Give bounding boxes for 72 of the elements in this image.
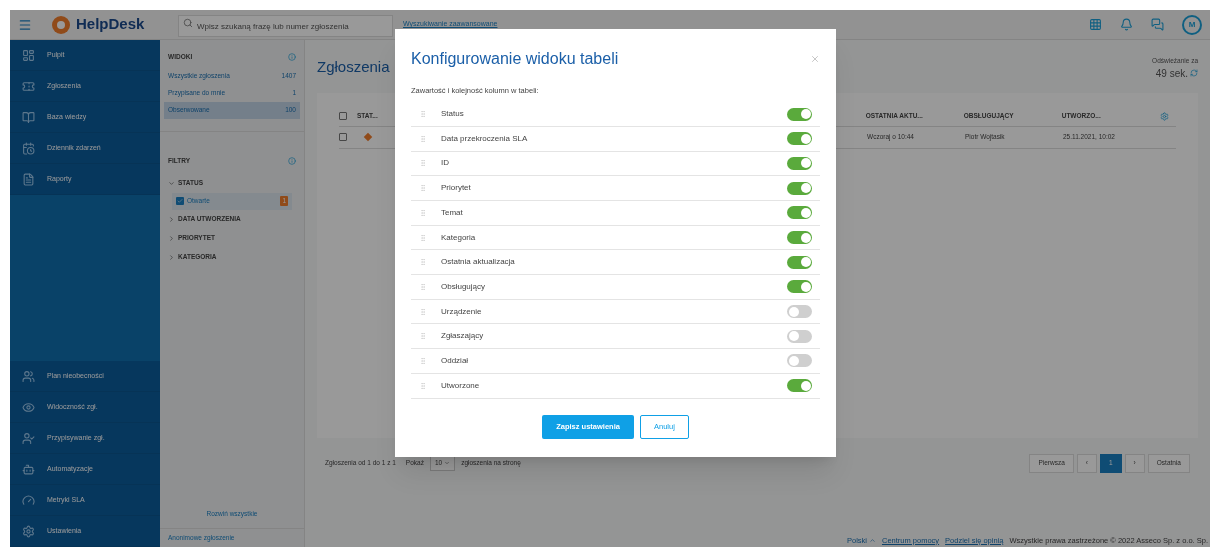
sidebar-item-icon xyxy=(22,110,35,124)
info-icon xyxy=(288,156,296,165)
caret-icon xyxy=(868,536,876,544)
column-name: Temat xyxy=(441,206,463,219)
toggle-switch[interactable] xyxy=(787,305,812,319)
toggle-switch[interactable] xyxy=(787,280,812,294)
bell-icon[interactable] xyxy=(1120,18,1133,31)
column-name: Kategoria xyxy=(441,231,476,244)
priority-icon xyxy=(363,133,373,142)
chevron-icon xyxy=(168,215,175,223)
refresh-countdown: 49 sek. xyxy=(1155,66,1188,81)
toggle-switch[interactable] xyxy=(787,181,812,195)
toggle-switch[interactable] xyxy=(787,206,812,220)
logo-icon xyxy=(52,15,70,34)
info-icon xyxy=(288,52,296,61)
search-field[interactable]: Wpisz szukaną frazę lub numer zgłoszenia xyxy=(178,15,393,38)
column-name: Utworzone xyxy=(441,379,480,392)
drag-handle-icon[interactable] xyxy=(419,134,427,143)
column-name: Urządzenie xyxy=(441,305,482,318)
toggle-switch[interactable] xyxy=(787,132,812,146)
chevron-icon xyxy=(168,234,175,242)
toggle-switch[interactable] xyxy=(787,231,812,245)
column-name: Obsługujący xyxy=(441,280,486,293)
sidebar-item-icon xyxy=(22,141,35,155)
drag-handle-icon[interactable] xyxy=(419,159,427,168)
chevron-icon xyxy=(168,253,175,261)
sidebar-item-icon xyxy=(22,369,35,383)
row-checkbox[interactable] xyxy=(339,133,347,142)
drag-handle-icon[interactable] xyxy=(419,307,427,316)
sidebar-item-icon xyxy=(22,431,35,445)
column-name: Priorytet xyxy=(441,182,471,195)
drag-handle-icon[interactable] xyxy=(419,233,427,242)
sidebar-item-icon xyxy=(22,400,35,414)
toggle-switch[interactable] xyxy=(787,156,812,170)
toggle-switch[interactable] xyxy=(787,379,812,393)
refresh-icon[interactable] xyxy=(1190,69,1198,78)
sidebar-item-icon xyxy=(22,462,35,476)
sidebar-item-icon xyxy=(22,524,35,538)
sidebar-item-icon xyxy=(22,493,35,507)
chat-icon[interactable] xyxy=(1151,18,1164,31)
toggle-switch[interactable] xyxy=(787,107,812,121)
drag-handle-icon[interactable] xyxy=(419,258,427,267)
select-all-checkbox[interactable] xyxy=(339,112,347,121)
apps-grid-icon[interactable] xyxy=(1089,18,1102,31)
modal-title: Konfigurowanie widoku tabeli xyxy=(411,49,619,69)
toggle-switch[interactable] xyxy=(787,354,812,368)
drag-handle-icon[interactable] xyxy=(419,184,427,193)
logo-text: HelpDesk xyxy=(76,14,146,35)
settings-icon[interactable] xyxy=(1159,111,1169,121)
drag-handle-icon[interactable] xyxy=(419,332,427,341)
drag-handle-icon[interactable] xyxy=(419,282,427,291)
sidebar-item-icon xyxy=(22,48,35,62)
drag-handle-icon[interactable] xyxy=(419,356,427,365)
column-name: Data przekroczenia SLA xyxy=(441,132,528,145)
drag-handle-icon[interactable] xyxy=(419,208,427,217)
drag-handle-icon[interactable] xyxy=(419,110,427,119)
page-title: Zgłoszenia xyxy=(317,57,390,77)
column-name: Oddział xyxy=(441,354,469,367)
caret-icon xyxy=(444,460,451,467)
toggle-switch[interactable] xyxy=(787,329,812,343)
column-name: Zgłaszający xyxy=(441,330,484,343)
toggle-switch[interactable] xyxy=(787,255,812,269)
filter-checkbox[interactable] xyxy=(176,197,184,205)
chevron-icon xyxy=(168,179,175,187)
sidebar-item-icon xyxy=(22,172,35,186)
close-icon[interactable] xyxy=(810,54,820,64)
search-icon xyxy=(183,17,193,28)
column-name: Ostatnia aktualizacja xyxy=(441,256,515,269)
column-name: ID xyxy=(441,157,449,170)
column-name: Status xyxy=(441,108,464,121)
sidebar-item-icon xyxy=(22,79,35,93)
drag-handle-icon[interactable] xyxy=(419,381,427,390)
